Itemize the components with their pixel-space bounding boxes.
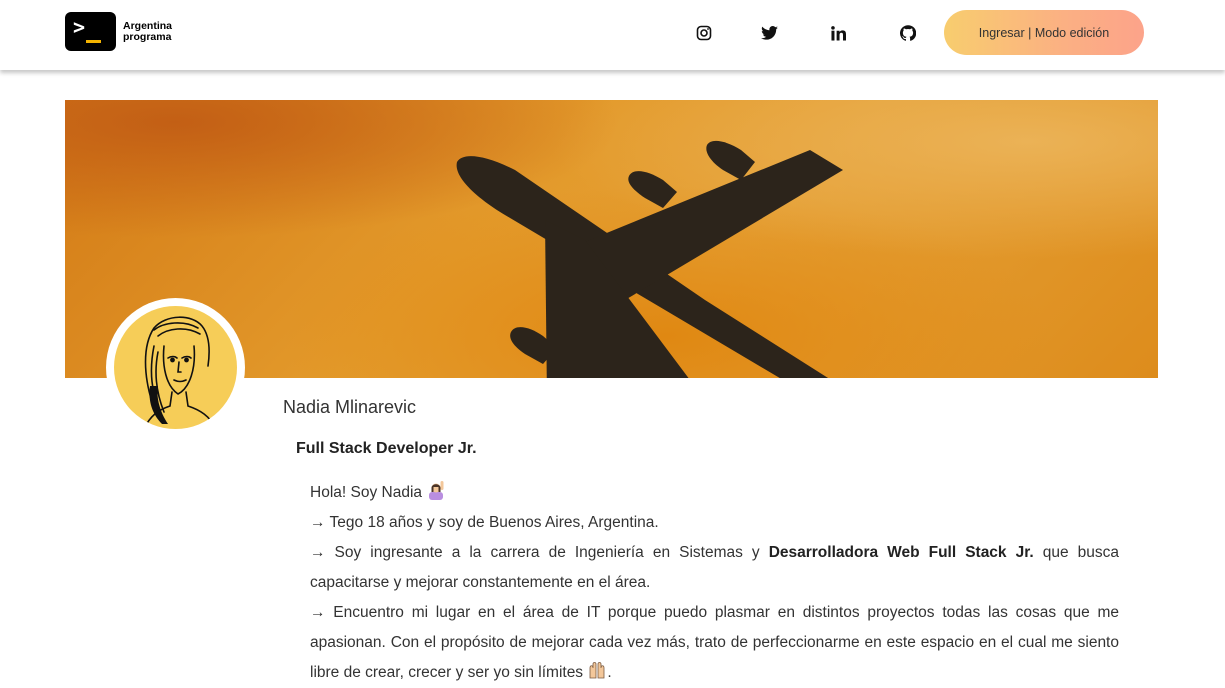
about-section: Hola! Soy Nadia → Tego 18 años y soy de … [310, 478, 1119, 688]
logo-text: Argentina programa [123, 19, 173, 43]
passion-text-end: . [607, 664, 612, 681]
about-greeting: Hola! Soy Nadia [310, 478, 1119, 508]
raised-hands-emoji-icon [589, 662, 605, 679]
profile-name: Nadia Mlinarevic [283, 397, 417, 417]
logo-line2: programa [123, 30, 172, 43]
raising-hand-emoji-icon [429, 481, 444, 500]
instagram-icon[interactable] [693, 22, 715, 44]
avatar [114, 306, 237, 429]
about-line-age: → Tego 18 años y soy de Buenos Aires, Ar… [310, 514, 659, 531]
linkedin-icon[interactable] [827, 22, 849, 44]
navbar: > Argentina programa Ingresar | Modo edi… [0, 0, 1225, 70]
login-edit-mode-button[interactable]: Ingresar | Modo edición [944, 10, 1144, 55]
twitter-icon[interactable] [758, 22, 780, 44]
profile-title: Full Stack Developer Jr. [296, 440, 477, 457]
portrait-drawing-icon [143, 316, 217, 429]
about-line-passion: → Encuentro mi lugar en el área de IT po… [310, 598, 1119, 688]
logo-line1: Argentina [123, 19, 173, 32]
passion-text: → Encuentro mi lugar en el área de IT po… [310, 604, 1119, 681]
github-icon[interactable] [897, 22, 919, 44]
about-line-career: → Soy ingresante a la carrera de Ingenie… [310, 538, 1119, 598]
profile-avatar [106, 298, 245, 437]
career-text-bold: Desarrolladora Web Full Stack Jr. [768, 544, 1034, 561]
greeting-text: Hola! Soy Nadia [310, 484, 423, 501]
logo[interactable]: > Argentina programa [65, 12, 172, 51]
career-text-start: → Soy ingresante a la carrera de Ingenie… [310, 544, 769, 561]
terminal-logo-icon: > [65, 12, 116, 51]
